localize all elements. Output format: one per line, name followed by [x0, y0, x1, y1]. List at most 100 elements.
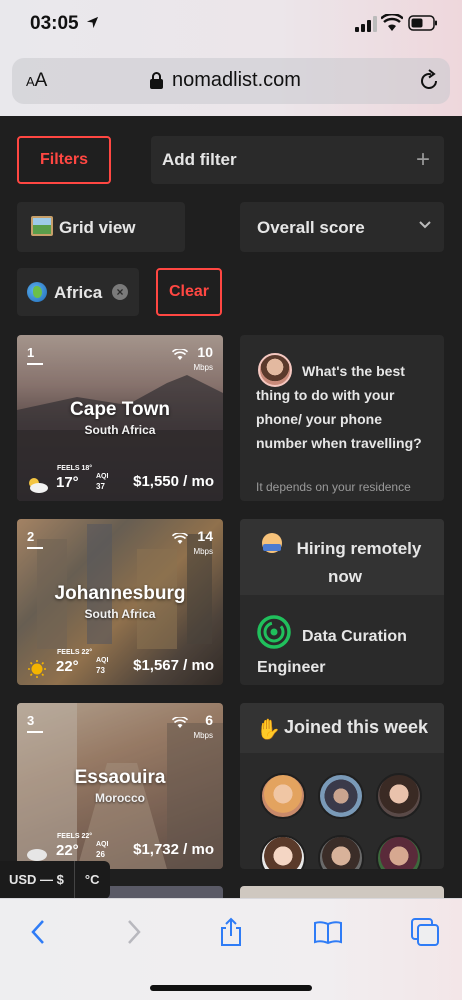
partly-cloudy-icon	[29, 478, 48, 493]
temperature: 22°	[56, 842, 79, 859]
joined-header: ✋ Joined this week	[240, 703, 444, 753]
feels-like: FEELS 22°	[57, 833, 93, 840]
hiring-card[interactable]: Hiring remotely now Data Curation Engine…	[240, 519, 444, 685]
chevron-left-icon	[31, 920, 44, 944]
city-rank: 1	[27, 345, 44, 365]
book-icon	[314, 921, 342, 945]
city-card-essaouira[interactable]: 3 6 Mbps Essaouira Morocco FEELS 22° 22°…	[17, 703, 223, 869]
wifi-icon	[172, 349, 188, 360]
member-avatar[interactable]	[260, 835, 306, 869]
member-avatar[interactable]	[318, 835, 364, 869]
tabs-button[interactable]	[410, 917, 440, 947]
joined-title: Joined this week	[284, 717, 429, 737]
feels-like: FEELS 18°	[57, 465, 93, 472]
cellular-signal-icon	[355, 16, 377, 32]
city-rank: 3	[27, 713, 44, 733]
reload-icon[interactable]	[417, 69, 441, 93]
forum-question-card[interactable]: What's the best thing to do with your ph…	[240, 335, 444, 501]
temperature: 17°	[56, 474, 79, 491]
internet-speed: 10	[197, 344, 213, 360]
sort-selected-value: Overall score	[257, 218, 365, 237]
card-peek	[240, 886, 444, 898]
plus-icon: +	[415, 146, 430, 173]
share-icon	[221, 917, 241, 946]
member-avatar[interactable]	[318, 773, 364, 819]
city-rank: 2	[27, 529, 44, 549]
forward-button[interactable]	[118, 917, 148, 947]
country-name: Morocco	[94, 791, 145, 805]
member-avatar[interactable]	[260, 773, 306, 819]
feels-like: FEELS 22°	[57, 649, 93, 656]
wifi-icon	[381, 14, 403, 31]
forum-question-text: What's the best thing to do with your ph…	[256, 363, 422, 451]
battery-icon	[408, 15, 437, 31]
lock-icon	[150, 72, 163, 89]
hiring-header: Hiring remotely now	[240, 519, 444, 595]
internet-speed-unit: Mbps	[193, 547, 213, 556]
internet-speed: 6	[205, 712, 213, 728]
page-content: Filters Add filter + Grid view Overall s…	[0, 116, 462, 898]
clear-filters-button[interactable]: Clear	[156, 268, 222, 316]
country-name: South Africa	[84, 423, 156, 437]
aqi-value: 26	[96, 850, 105, 859]
chevron-down-icon	[419, 221, 431, 229]
cost-of-living: $1,732 / mo	[133, 841, 214, 858]
aqi-label: AQI	[96, 657, 109, 664]
status-time: 03:05	[30, 13, 79, 34]
back-button[interactable]	[24, 917, 54, 947]
tabs-icon	[411, 918, 439, 946]
country-name: South Africa	[84, 607, 156, 621]
aqi-label: AQI	[96, 841, 109, 848]
share-button[interactable]	[216, 917, 246, 947]
city-name: Essaouira	[74, 767, 166, 788]
browser-header: 03:05 AA nomadlist.com	[0, 0, 462, 116]
cost-of-living: $1,567 / mo	[133, 657, 214, 674]
add-filter-button[interactable]: Add filter +	[151, 136, 444, 184]
cloudy-icon	[27, 849, 47, 861]
filters-button[interactable]: Filters	[17, 136, 111, 184]
url-text[interactable]: nomadlist.com	[172, 69, 301, 92]
wifi-icon	[172, 717, 188, 728]
units-switcher: USD — $ °C	[0, 861, 110, 899]
city-name: Johannesburg	[54, 583, 186, 604]
city-card-cape-town[interactable]: 1 10 Mbps Cape Town South Africa FEELS 1…	[17, 335, 223, 501]
add-filter-label: Add filter	[162, 150, 237, 169]
filter-chip-africa[interactable]: Africa ×	[17, 268, 139, 316]
remove-filter-icon[interactable]: ×	[112, 284, 128, 300]
address-bar[interactable]: AA nomadlist.com	[12, 58, 450, 104]
text-size-button[interactable]: AA	[26, 70, 47, 92]
aqi-value: 73	[96, 666, 105, 675]
internet-speed: 14	[197, 528, 213, 544]
internet-speed-unit: Mbps	[193, 731, 213, 740]
grid-view-toggle[interactable]: Grid view	[17, 202, 185, 252]
city-name: Cape Town	[70, 399, 170, 420]
temperature-unit-toggle[interactable]: °C	[75, 861, 110, 899]
browser-toolbar	[0, 898, 462, 1000]
location-arrow-icon	[86, 16, 99, 29]
wifi-icon	[172, 533, 188, 544]
bookmarks-button[interactable]	[313, 917, 343, 947]
city-card-johannesburg[interactable]: 2 14 Mbps Johannesburg South Africa FEEL…	[17, 519, 223, 685]
sort-select[interactable]: Overall score	[240, 202, 444, 252]
sunny-icon	[28, 660, 46, 678]
joined-this-week-card[interactable]: ✋ Joined this week	[240, 703, 444, 869]
internet-speed-unit: Mbps	[193, 363, 213, 372]
hiring-title: Hiring remotely now	[296, 539, 422, 586]
chevron-right-icon	[128, 920, 141, 944]
aqi-label: AQI	[96, 473, 109, 480]
status-bar: 03:05	[0, 0, 462, 50]
aqi-value: 37	[96, 482, 105, 491]
grid-view-label: Grid view	[59, 218, 136, 237]
forum-answer-preview: It depends on your residence	[256, 480, 411, 494]
member-avatar[interactable]	[376, 835, 422, 869]
globe-icon	[27, 282, 47, 302]
framed-picture-icon	[31, 216, 53, 236]
job-title[interactable]: Data Curation Engineer	[257, 621, 442, 683]
currency-toggle[interactable]: USD — $	[0, 861, 75, 899]
waving-hand-icon: ✋	[256, 719, 281, 741]
home-indicator	[150, 985, 312, 991]
temperature: 22°	[56, 658, 79, 675]
cost-of-living: $1,550 / mo	[133, 473, 214, 490]
member-avatar[interactable]	[376, 773, 422, 819]
filter-chip-label: Africa	[54, 283, 103, 302]
